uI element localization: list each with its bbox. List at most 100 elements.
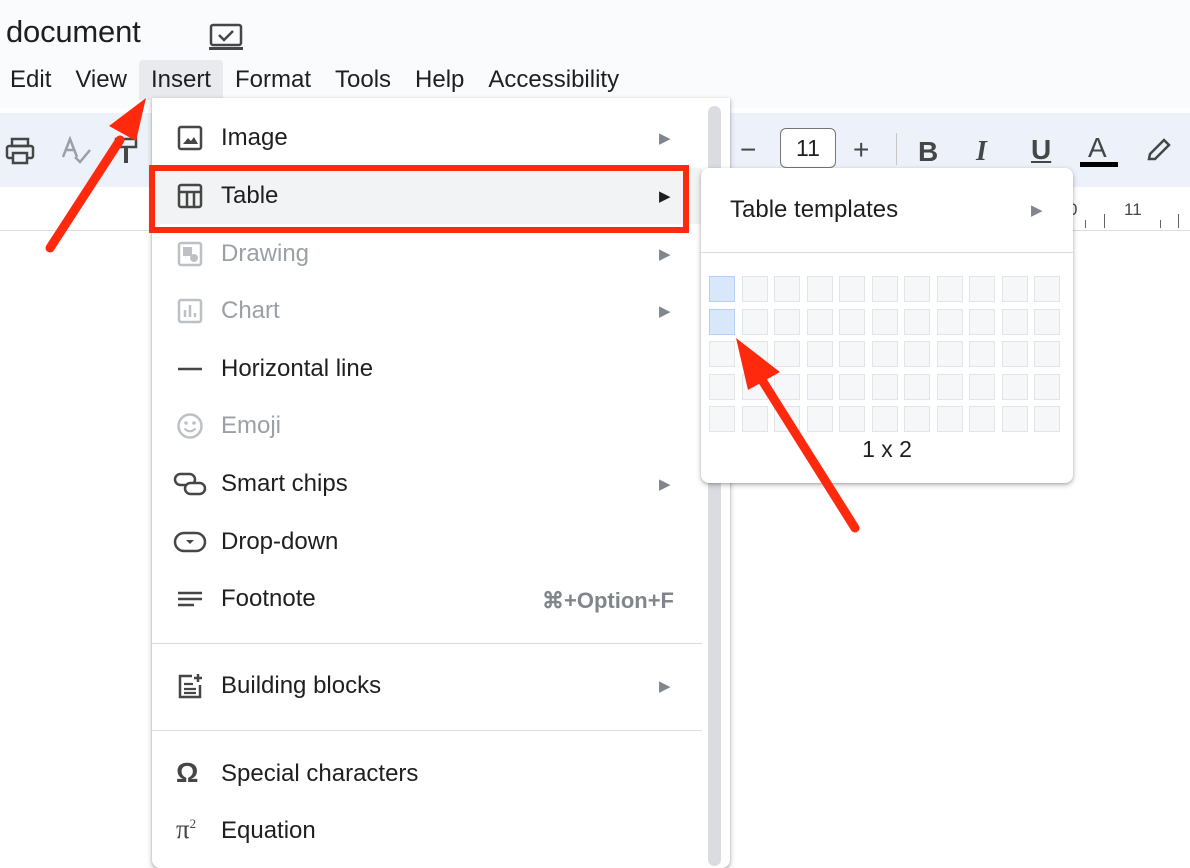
table-grid-cell[interactable] <box>871 406 898 432</box>
print-icon[interactable] <box>4 135 36 167</box>
spellcheck-icon[interactable] <box>60 135 92 167</box>
emoji-icon <box>177 413 203 439</box>
ruler-tick <box>1085 220 1086 228</box>
saved-to-drive-icon[interactable] <box>208 22 244 52</box>
table-grid-cell[interactable] <box>1001 308 1028 335</box>
table-grid-cell[interactable] <box>969 406 995 432</box>
table-size-grid[interactable] <box>709 276 1060 432</box>
menu-tools[interactable]: Tools <box>323 60 403 100</box>
menu-item-building-blocks[interactable]: Building blocks ▶ <box>152 658 702 714</box>
table-templates-item[interactable]: Table templates <box>730 196 898 224</box>
menu-edit[interactable]: Edit <box>0 60 63 100</box>
table-grid-cell[interactable] <box>904 341 930 367</box>
table-grid-cell[interactable] <box>806 373 833 400</box>
table-grid-cell[interactable] <box>839 308 865 335</box>
menu-item-footnote[interactable]: Footnote ⌘+Option+F <box>152 571 702 627</box>
table-grid-cell[interactable] <box>969 341 995 367</box>
table-grid-cell[interactable] <box>741 276 768 302</box>
text-color-swatch <box>1080 162 1118 167</box>
table-grid-cell[interactable] <box>709 406 735 432</box>
table-grid-cell[interactable] <box>741 308 768 335</box>
table-grid-cell[interactable] <box>774 373 800 400</box>
table-grid-cell[interactable] <box>839 406 865 432</box>
table-grid-cell[interactable] <box>936 373 963 400</box>
menu-item-special-characters[interactable]: Ω Special characters <box>152 746 702 802</box>
submenu-arrow-icon: ▶ <box>659 303 671 320</box>
table-grid-cell[interactable] <box>871 373 898 400</box>
table-grid-cell[interactable] <box>839 276 865 302</box>
table-grid-cell[interactable] <box>806 406 833 432</box>
footnote-shortcut: ⌘+Option+F <box>542 588 674 613</box>
table-grid-cell[interactable] <box>969 308 995 335</box>
table-grid-cell[interactable] <box>1001 341 1028 367</box>
table-grid-cell[interactable] <box>709 373 735 400</box>
bold-button[interactable]: B <box>918 136 938 168</box>
menu-accessibility[interactable]: Accessibility <box>476 60 631 100</box>
table-grid-cell[interactable] <box>1001 373 1028 400</box>
table-grid-cell[interactable] <box>1034 341 1060 367</box>
table-grid-cell[interactable] <box>904 308 930 335</box>
highlight-pen-icon[interactable] <box>1145 134 1173 162</box>
table-grid-cell[interactable] <box>871 341 898 367</box>
menu-item-equation[interactable]: π2 Equation <box>152 803 702 859</box>
omega-icon: Ω <box>176 757 199 788</box>
italic-button[interactable]: I <box>976 136 987 168</box>
table-grid-cell[interactable] <box>774 308 800 335</box>
table-grid-cell[interactable] <box>1001 276 1028 302</box>
table-grid-cell[interactable] <box>806 308 833 335</box>
annotation-highlight-box <box>149 165 689 233</box>
table-grid-cell[interactable] <box>839 341 865 367</box>
submenu-arrow-icon: ▶ <box>659 476 671 493</box>
table-grid-cell[interactable] <box>904 406 930 432</box>
menu-format[interactable]: Format <box>223 60 323 100</box>
underline-button[interactable]: U <box>1031 134 1051 166</box>
table-grid-cell[interactable] <box>936 406 963 432</box>
drawing-icon <box>177 241 203 267</box>
table-grid-cell[interactable] <box>774 406 800 432</box>
table-grid-cell[interactable] <box>871 276 898 302</box>
table-grid-cell[interactable] <box>741 373 768 400</box>
menu-item-drawing: Drawing ▶ <box>152 226 702 282</box>
decrease-font-size-button[interactable]: − <box>740 134 756 166</box>
table-grid-cell[interactable] <box>774 276 800 302</box>
table-grid-cell[interactable] <box>1034 308 1060 335</box>
table-grid-cell[interactable] <box>709 341 735 367</box>
table-grid-cell[interactable] <box>774 341 800 367</box>
menu-help[interactable]: Help <box>403 60 476 100</box>
table-grid-cell[interactable] <box>806 276 833 302</box>
increase-font-size-button[interactable]: + <box>853 134 869 166</box>
menu-insert[interactable]: Insert <box>138 60 223 100</box>
menu-divider <box>152 730 702 731</box>
smart-chips-icon <box>173 472 207 496</box>
table-grid-cell[interactable] <box>904 373 930 400</box>
submenu-arrow-icon: ▶ <box>1031 202 1043 219</box>
table-grid-cell[interactable] <box>741 406 768 432</box>
menu-view[interactable]: View <box>63 60 139 100</box>
table-grid-cell[interactable] <box>936 308 963 335</box>
table-grid-cell[interactable] <box>741 341 768 367</box>
table-grid-cell[interactable] <box>969 276 995 302</box>
table-grid-cell[interactable] <box>1001 406 1028 432</box>
table-grid-cell[interactable] <box>1034 373 1060 400</box>
menu-item-smart-chips[interactable]: Smart chips ▶ <box>152 456 702 512</box>
image-icon <box>177 125 203 151</box>
table-grid-cell[interactable] <box>871 308 898 335</box>
text-color-button[interactable]: A <box>1088 132 1107 164</box>
menu-item-drop-down[interactable]: Drop-down <box>152 514 702 570</box>
document-title[interactable]: document <box>6 14 141 50</box>
table-grid-cell[interactable] <box>839 373 865 400</box>
table-grid-cell-selected[interactable] <box>709 308 735 335</box>
table-grid-cell[interactable] <box>806 341 833 367</box>
table-grid-cell[interactable] <box>969 373 995 400</box>
table-grid-cell[interactable] <box>936 341 963 367</box>
menu-item-image[interactable]: Image ▶ <box>152 110 702 166</box>
menu-item-horizontal-line[interactable]: Horizontal line <box>152 341 702 397</box>
table-grid-cell-selected[interactable] <box>709 276 735 302</box>
table-grid-cell[interactable] <box>936 276 963 302</box>
font-size-input[interactable]: 11 <box>780 128 836 168</box>
ruler-tick <box>1178 214 1179 228</box>
table-grid-cell[interactable] <box>1034 406 1060 432</box>
paint-format-icon[interactable] <box>114 135 138 167</box>
table-grid-cell[interactable] <box>904 276 930 302</box>
table-grid-cell[interactable] <box>1034 276 1060 302</box>
